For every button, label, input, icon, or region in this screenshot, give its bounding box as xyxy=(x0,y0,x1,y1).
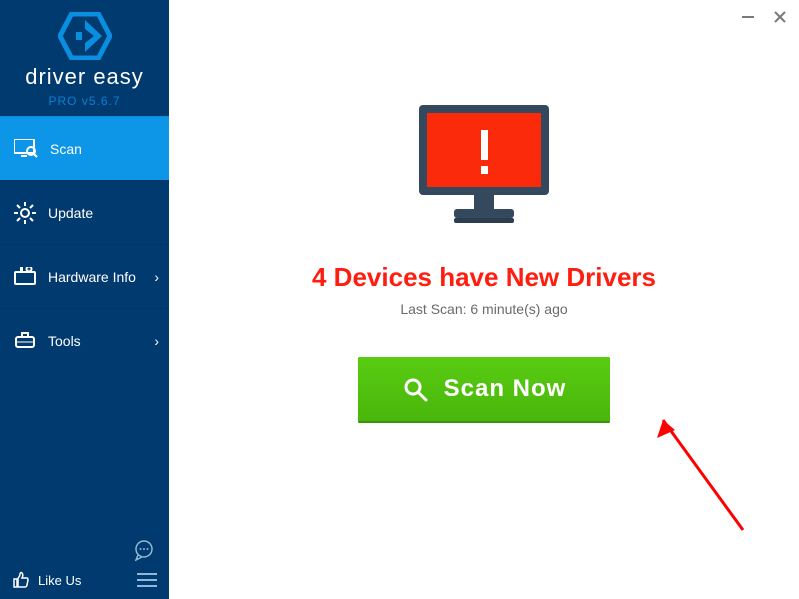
monitor-alert-icon xyxy=(409,100,559,230)
sidebar: driver easy PRO v5.6.7 Scan xyxy=(0,0,169,599)
chevron-right-icon: › xyxy=(154,333,159,349)
sidebar-item-tools[interactable]: Tools › xyxy=(0,308,169,372)
menu-icon[interactable] xyxy=(137,572,157,588)
sidebar-item-label: Update xyxy=(48,205,93,221)
annotation-arrow-icon xyxy=(643,410,753,540)
thumbs-up-icon xyxy=(12,571,30,589)
brand-name: driver easy xyxy=(25,64,144,90)
sidebar-item-label: Tools xyxy=(48,333,81,349)
svg-text:i: i xyxy=(29,267,30,272)
version-label: PRO v5.6.7 xyxy=(48,94,120,108)
sidebar-item-label: Hardware Info xyxy=(48,269,136,285)
tools-icon xyxy=(14,331,36,351)
status-text: 4 Devices have New Drivers xyxy=(312,262,656,293)
sidebar-item-scan[interactable]: Scan xyxy=(0,116,169,180)
minimize-button[interactable] xyxy=(737,6,759,28)
close-button[interactable] xyxy=(769,6,791,28)
search-icon xyxy=(402,376,428,402)
sidebar-footer: Like Us xyxy=(0,529,169,599)
gear-icon xyxy=(14,202,36,224)
monitor-search-icon xyxy=(14,139,38,159)
logo-area: driver easy PRO v5.6.7 xyxy=(0,0,169,116)
hardware-icon: i xyxy=(14,267,36,287)
like-us-button[interactable]: Like Us xyxy=(12,571,81,589)
last-scan-text: Last Scan: 6 minute(s) ago xyxy=(400,301,567,317)
sidebar-item-update[interactable]: Update xyxy=(0,180,169,244)
main-panel: 4 Devices have New Drivers Last Scan: 6 … xyxy=(169,0,799,599)
sidebar-item-label: Scan xyxy=(50,141,82,157)
scan-now-button[interactable]: Scan Now xyxy=(358,357,611,421)
app-window: driver easy PRO v5.6.7 Scan xyxy=(0,0,799,599)
sidebar-item-hardware-info[interactable]: i Hardware Info › xyxy=(0,244,169,308)
like-us-label: Like Us xyxy=(38,573,81,588)
window-controls xyxy=(737,6,791,28)
content-area: 4 Devices have New Drivers Last Scan: 6 … xyxy=(169,0,799,421)
chevron-right-icon: › xyxy=(154,269,159,285)
logo-icon xyxy=(58,12,112,60)
scan-now-label: Scan Now xyxy=(444,375,567,403)
sidebar-nav: Scan Update xyxy=(0,116,169,372)
feedback-icon[interactable] xyxy=(133,539,155,561)
